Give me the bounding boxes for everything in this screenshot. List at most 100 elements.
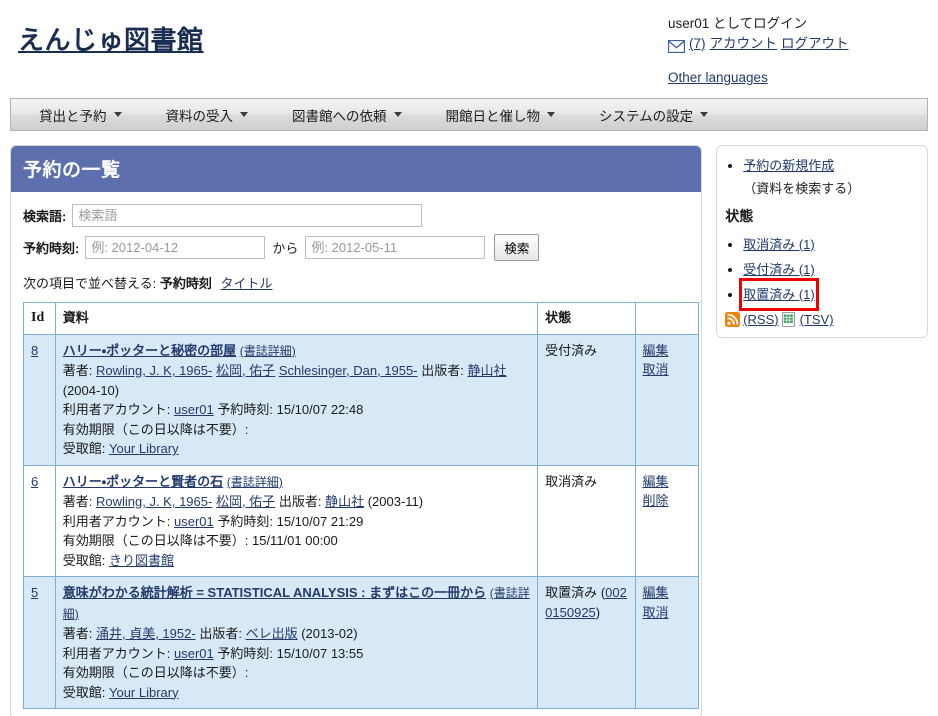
author-link[interactable]: Schlesinger, Dan, 1955- xyxy=(279,363,418,378)
pickup-line: 受取館: きり図書館 xyxy=(63,551,530,571)
sidebar-item-status-cancelled[interactable]: 取消済み (1) xyxy=(743,232,917,257)
table-row: 8 ハリー・ポッターと秘密の部屋 (書誌詳細) 著者: Rowling, J. … xyxy=(23,333,699,466)
author-label: 著者: xyxy=(62,494,93,509)
resource-title-link[interactable]: ハリー・ポッターと賢者の石 xyxy=(63,474,223,489)
search-input[interactable] xyxy=(72,204,423,227)
cancel-link[interactable]: 取消 xyxy=(643,603,692,623)
column-header-id: Id xyxy=(23,302,56,335)
expiry-value: 15/11/01 00:00 xyxy=(251,533,338,548)
author-link[interactable]: 涌井, 貞美, 1952- xyxy=(96,626,196,641)
edit-link[interactable]: 編集 xyxy=(643,341,692,361)
pickup-label: 受取館: xyxy=(62,552,106,568)
sidebar-item-status-accepted[interactable]: 受付済み (1) xyxy=(743,257,917,282)
status-filter-link[interactable]: 取消済み (1) xyxy=(743,237,815,252)
nav-item-label: 開館日と催し物 xyxy=(445,108,541,124)
site-header: えんじゅ図書館 user01 としてログイン (7) アカウント ログアウト O… xyxy=(0,0,938,98)
tsv-export-link[interactable]: (TSV) xyxy=(800,312,834,327)
search-form: 検索語: 予約時刻: から 検索 次の項目で並べ替える: 予約時刻 タイトル xyxy=(11,192,701,292)
author-line: 著者: Rowling, J. K, 1965- 松岡, 佑子 出版者: 静山社… xyxy=(63,492,530,512)
search-button[interactable]: 検索 xyxy=(494,234,540,261)
new-reservation-link[interactable]: 予約の新規作成 xyxy=(743,158,834,173)
chevron-down-icon xyxy=(547,112,555,117)
publication-date: (2013-02) xyxy=(301,626,358,641)
publisher-link[interactable]: ベレ出版 xyxy=(246,626,298,641)
account-label: 利用者アカウント: xyxy=(62,645,171,661)
sidebar-item-status-onhold[interactable]: 取置済み (1) xyxy=(739,278,917,311)
status-filter-link[interactable]: 受付済み (1) xyxy=(743,262,815,277)
sort-active-option: 予約時刻 xyxy=(159,276,212,291)
sort-controls: 次の項目で並べ替える: 予約時刻 タイトル xyxy=(23,273,701,292)
nav-item-label: 資料の受入 xyxy=(165,108,234,124)
account-link[interactable]: アカウント xyxy=(710,34,778,54)
publication-date: (2003-11) xyxy=(367,494,424,509)
row-resource-cell: ハリー・ポッターと賢者の石 (書誌詳細) 著者: Rowling, J. K, … xyxy=(54,464,539,577)
cancel-link[interactable]: 取消 xyxy=(643,360,692,380)
date-from-input[interactable] xyxy=(85,236,266,259)
account-link[interactable]: user01 xyxy=(174,402,214,417)
row-actions-cell: 編集 取消 xyxy=(634,576,699,709)
row-actions-cell: 編集 削除 xyxy=(634,464,699,577)
reserved-at-value: 15/10/07 22:48 xyxy=(276,402,364,417)
message-count-link[interactable]: (7) xyxy=(689,34,706,54)
resource-title-link[interactable]: 意味がわかる統計解析 = STATISTICAL ANALYSIS : まずはこ… xyxy=(63,585,486,600)
keyword-label: 検索語: xyxy=(23,209,67,224)
resource-title-link[interactable]: ハリー・ポッターと秘密の部屋 xyxy=(63,343,236,358)
user-info-box: user01 としてログイン (7) アカウント ログアウト Other lan… xyxy=(667,14,849,88)
pickup-label: 受取館: xyxy=(62,441,106,456)
reservation-id-link[interactable]: 5 xyxy=(31,585,38,600)
reserved-at-value: 15/10/07 21:29 xyxy=(276,513,364,529)
status-filter-link[interactable]: 取置済み (1) xyxy=(743,287,815,302)
edit-link[interactable]: 編集 xyxy=(643,472,692,492)
publisher-label: 出版者: xyxy=(278,494,322,509)
reservation-id-link[interactable]: 8 xyxy=(31,343,38,358)
author-link[interactable]: Rowling, J. K, 1965- xyxy=(96,494,212,509)
expiry-line: 有効期限（この日以降は不要）: 15/11/01 00:00 xyxy=(63,531,530,551)
chevron-down-icon xyxy=(393,112,402,117)
rss-feed-link[interactable]: (RSS) xyxy=(743,312,778,327)
pickup-library-link[interactable]: きり図書館 xyxy=(109,553,174,568)
nav-item-acquisition[interactable]: 資料の受入 xyxy=(165,105,248,125)
reservation-id-link[interactable]: 6 xyxy=(31,474,38,489)
site-title-link[interactable]: えんじゅ図書館 xyxy=(18,20,204,57)
nav-item-requests[interactable]: 図書館への依頼 xyxy=(292,105,402,125)
bibliographic-detail-link[interactable]: (書誌詳細) xyxy=(227,475,283,489)
author-link[interactable]: 松岡, 佑子 xyxy=(216,363,275,378)
spreadsheet-icon[interactable] xyxy=(781,312,797,327)
new-reservation-subtext: （資料を検索する） xyxy=(743,181,861,196)
author-link[interactable]: 松岡, 佑子 xyxy=(216,494,275,509)
bibliographic-detail-link[interactable]: (書誌詳細) xyxy=(240,344,296,358)
date-to-input[interactable] xyxy=(305,236,486,259)
row-id-cell: 8 xyxy=(23,333,56,466)
nav-item-events[interactable]: 開館日と催し物 xyxy=(445,105,555,125)
page-layout: 予約の一覧 検索語: 予約時刻: から 検索 次の項目で並べ替える: 予約時刻 … xyxy=(10,145,928,716)
rss-icon[interactable] xyxy=(725,312,741,327)
sort-prefix-label: 次の項目で並べ替える: xyxy=(23,276,157,291)
sort-by-title-link[interactable]: タイトル xyxy=(221,276,273,291)
nav-item-system-settings[interactable]: システムの設定 xyxy=(599,105,709,125)
nav-item-circulation[interactable]: 貸出と予約 xyxy=(39,105,122,125)
other-languages-link[interactable]: Other languages xyxy=(668,70,768,85)
expiry-label: 有効期限（この日以降は不要）: xyxy=(62,665,249,680)
delete-link[interactable]: 削除 xyxy=(643,491,692,511)
account-link[interactable]: user01 xyxy=(174,514,214,529)
status-badge: 受付済み xyxy=(545,342,598,358)
reservations-table: Id 資料 状態 8 ハリー・ポッターと秘密の部屋 (書誌詳細) 著者: Row… xyxy=(23,302,699,709)
publisher-link[interactable]: 静山社 xyxy=(467,363,506,378)
row-id-cell: 5 xyxy=(23,576,56,709)
row-actions-cell: 編集 取消 xyxy=(634,333,699,466)
pickup-library-link[interactable]: Your Library xyxy=(109,685,179,700)
table-row: 5 意味がわかる統計解析 = STATISTICAL ANALYSIS : まず… xyxy=(23,576,699,709)
publisher-link[interactable]: 静山社 xyxy=(325,494,364,509)
author-link[interactable]: Rowling, J. K, 1965- xyxy=(96,363,212,378)
row-id-cell: 6 xyxy=(23,464,56,577)
edit-link[interactable]: 編集 xyxy=(643,583,692,603)
envelope-icon[interactable] xyxy=(667,39,686,53)
feed-links-row: (RSS) (TSV) xyxy=(725,312,917,327)
author-label: 著者: xyxy=(62,363,93,378)
account-label: 利用者アカウント: xyxy=(62,513,171,529)
pickup-library-link[interactable]: Your Library xyxy=(109,441,179,456)
sidebar-item-new-reservation[interactable]: 予約の新規作成 xyxy=(743,156,917,176)
account-link[interactable]: user01 xyxy=(174,646,214,661)
chevron-down-icon xyxy=(240,112,248,117)
logout-link[interactable]: ログアウト xyxy=(781,34,849,54)
